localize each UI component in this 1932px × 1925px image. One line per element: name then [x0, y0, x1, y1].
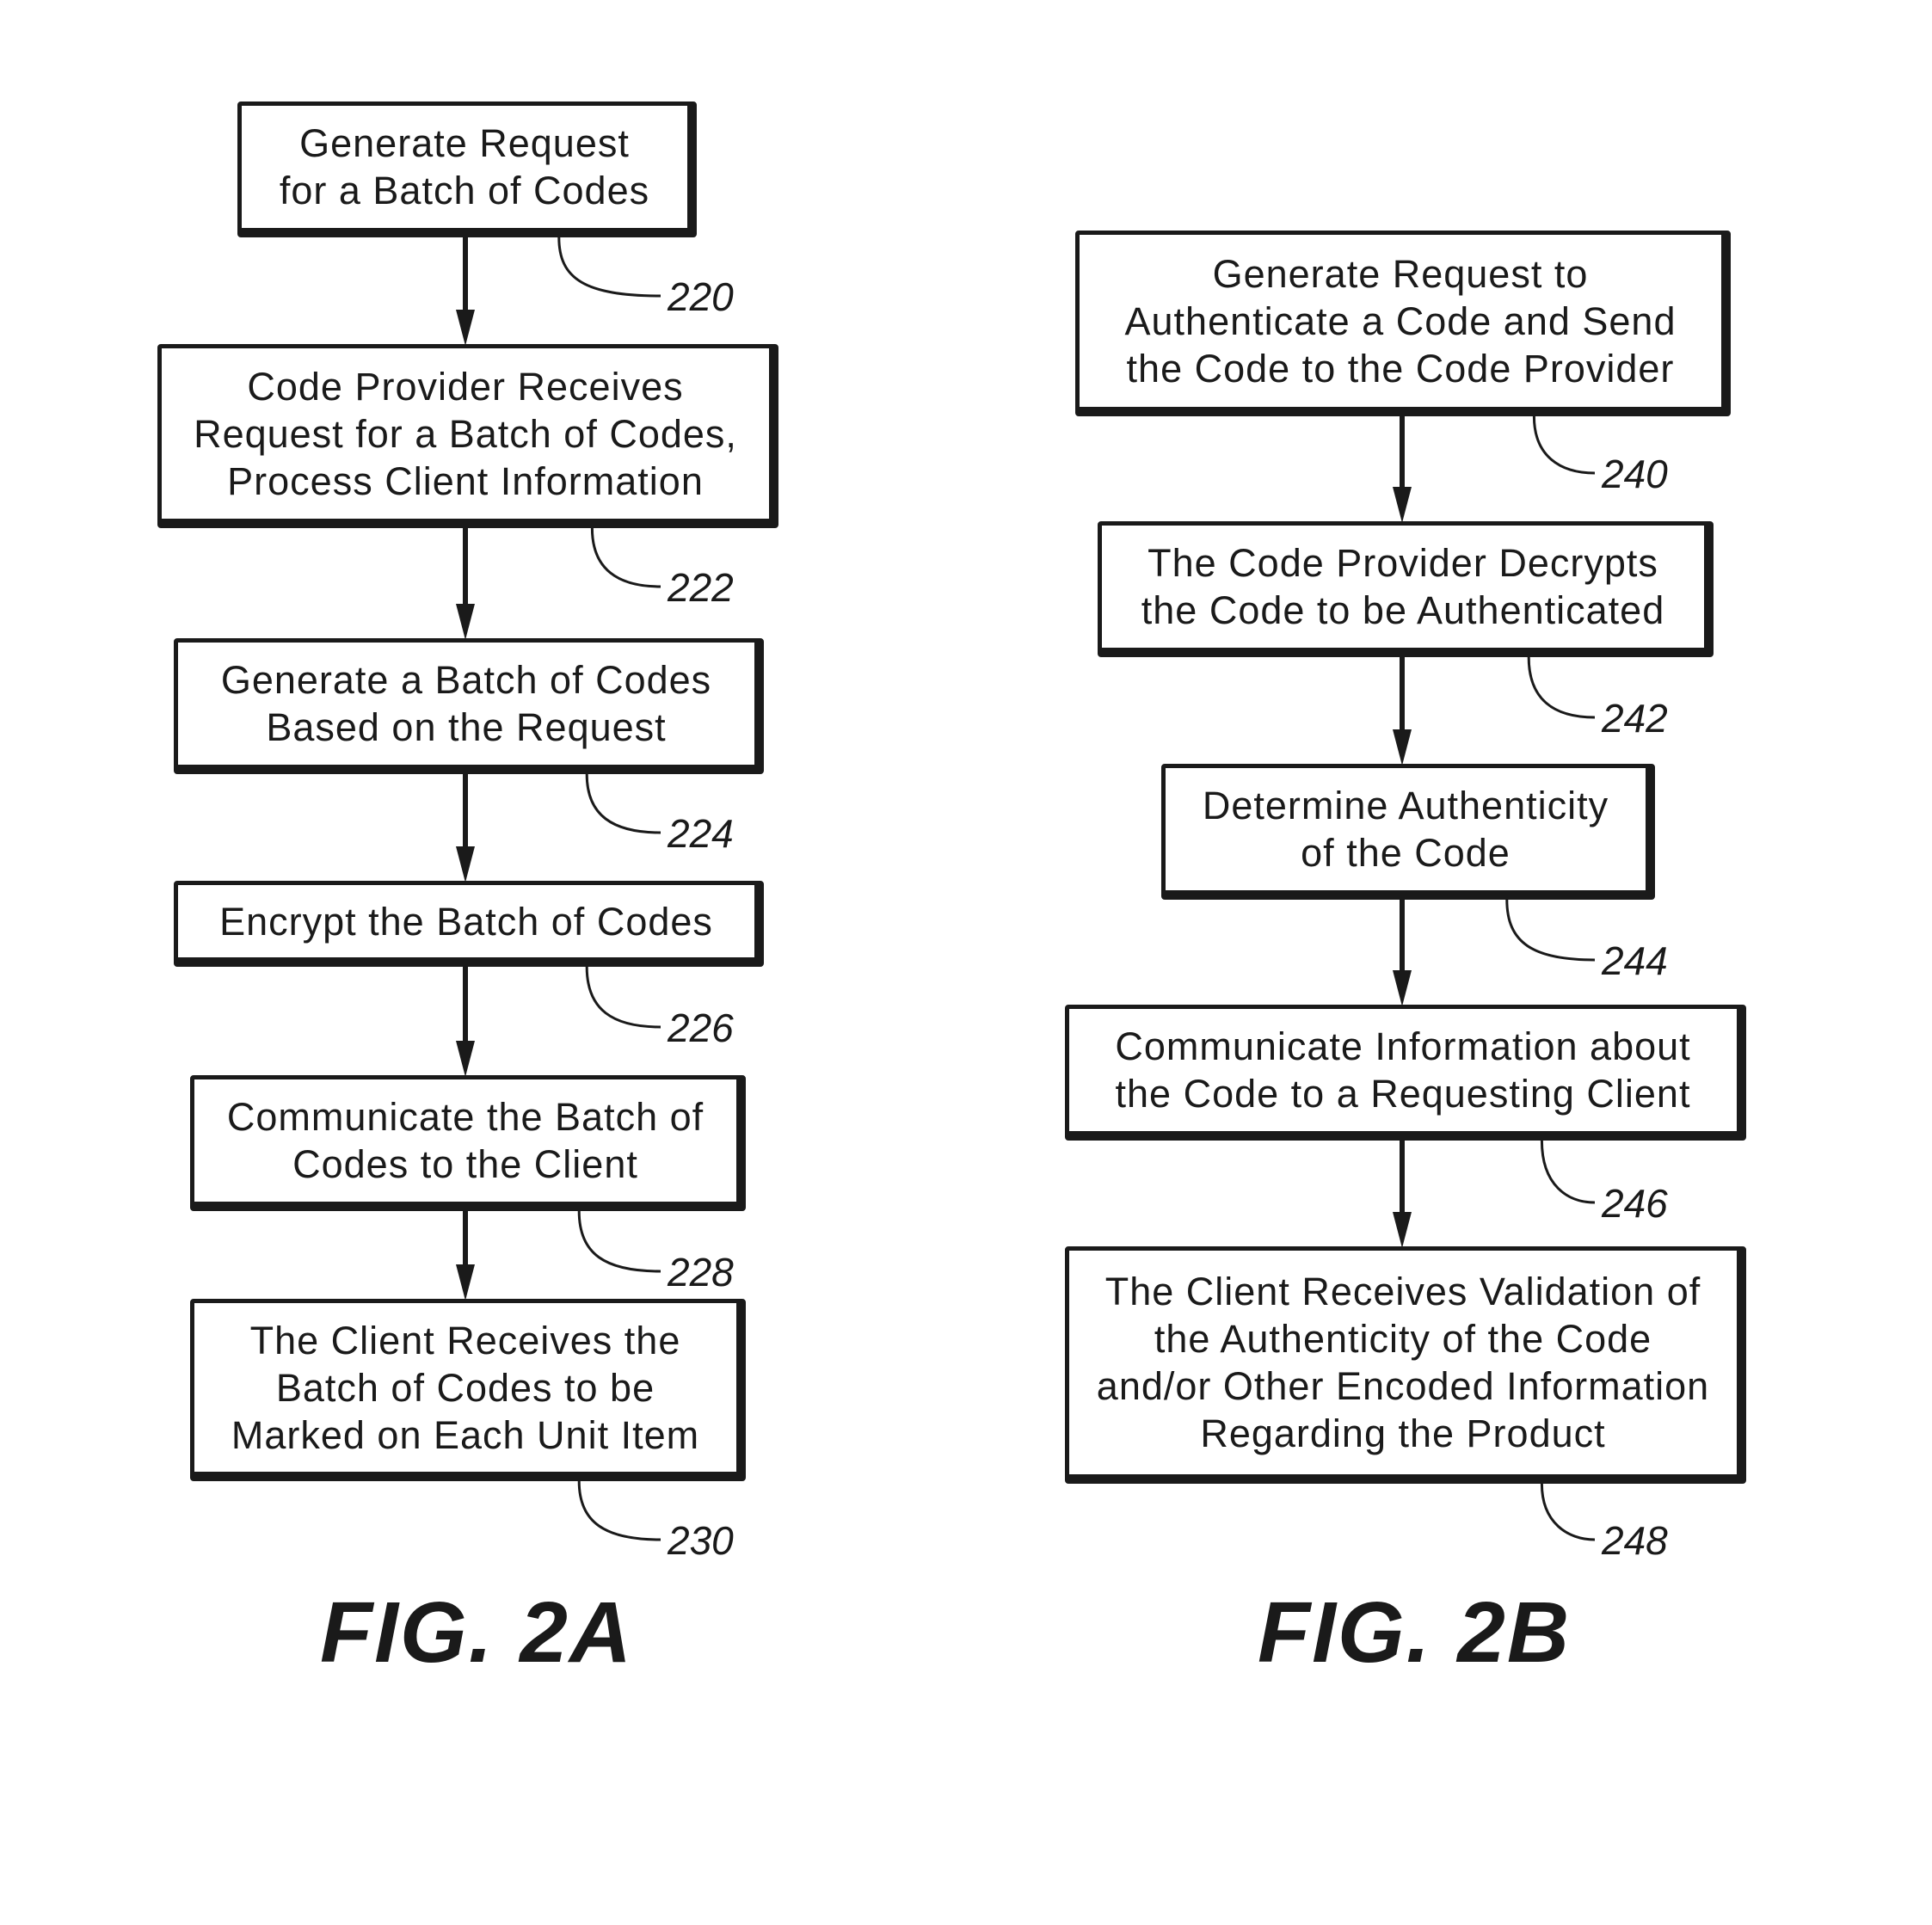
ref-label-230: 230: [668, 1518, 734, 1563]
arrowhead-220-to-222: [456, 310, 475, 346]
arrowhead-240-to-242: [1393, 487, 1412, 523]
step-222-box: Code Provider Receives Request for a Bat…: [157, 344, 778, 528]
step-226-box: Encrypt the Batch of Codes: [174, 881, 764, 967]
arrowhead-224-to-226: [456, 846, 475, 883]
figure-label-2a: FIG. 2A: [320, 1584, 634, 1681]
leader-line-246: [1540, 1140, 1596, 1204]
leader-line-230: [577, 1480, 661, 1541]
step-246-box: Communicate Information about the Code t…: [1065, 1005, 1746, 1141]
arrowhead-222-to-224: [456, 604, 475, 640]
ref-label-246: 246: [1602, 1181, 1668, 1226]
leader-line-220: [557, 237, 661, 298]
step-230-box: The Client Receives the Batch of Codes t…: [190, 1299, 746, 1481]
leader-line-226: [585, 966, 661, 1029]
ref-label-240: 240: [1602, 452, 1668, 496]
arrowhead-226-to-228: [456, 1041, 475, 1077]
arrowhead-244-to-246: [1393, 970, 1412, 1006]
leader-line-244: [1505, 899, 1596, 962]
figure-label-2b: FIG. 2B: [1258, 1584, 1572, 1681]
ref-label-242: 242: [1602, 696, 1668, 741]
step-224-box: Generate a Batch of Codes Based on the R…: [174, 638, 764, 774]
arrowhead-228-to-230: [456, 1264, 475, 1301]
leader-line-240: [1532, 415, 1596, 475]
step-240-box: Generate Request to Authenticate a Code …: [1075, 231, 1731, 416]
leader-line-222: [590, 527, 661, 588]
leader-line-228: [577, 1210, 661, 1273]
ref-label-226: 226: [668, 1006, 734, 1050]
ref-label-224: 224: [668, 811, 734, 856]
step-220-box: Generate Request for a Batch of Codes: [237, 101, 697, 237]
step-244-box: Determine Authenticity of the Code: [1161, 764, 1655, 900]
leader-line-242: [1527, 656, 1596, 719]
step-242-box: The Code Provider Decrypts the Code to b…: [1098, 521, 1714, 657]
ref-label-248: 248: [1602, 1518, 1668, 1563]
arrowhead-242-to-244: [1393, 729, 1412, 766]
ref-label-220: 220: [668, 274, 734, 319]
leader-line-248: [1540, 1483, 1596, 1541]
step-248-box: The Client Receives Validation of the Au…: [1065, 1246, 1746, 1484]
leader-line-224: [585, 773, 661, 834]
ref-label-228: 228: [668, 1250, 734, 1295]
arrowhead-246-to-248: [1393, 1212, 1412, 1248]
ref-label-222: 222: [668, 565, 734, 610]
ref-label-244: 244: [1602, 938, 1668, 983]
step-228-box: Communicate the Batch of Codes to the Cl…: [190, 1075, 746, 1211]
